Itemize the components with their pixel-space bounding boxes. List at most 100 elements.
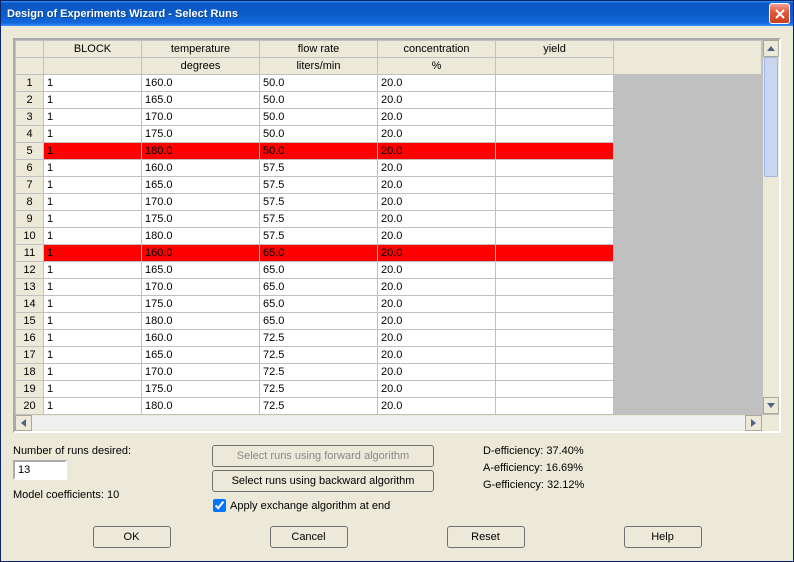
cell-block[interactable]: 1 — [44, 75, 142, 92]
cell-flowrate[interactable]: 50.0 — [260, 109, 378, 126]
cell-block[interactable]: 1 — [44, 364, 142, 381]
col-header-block[interactable]: BLOCK — [44, 41, 142, 58]
cell-flowrate[interactable]: 65.0 — [260, 279, 378, 296]
close-button[interactable] — [769, 3, 790, 24]
cell-concentration[interactable]: 20.0 — [378, 381, 496, 398]
row-number[interactable]: 20 — [16, 398, 44, 415]
titlebar[interactable]: Design of Experiments Wizard - Select Ru… — [1, 1, 793, 26]
cell-concentration[interactable]: 20.0 — [378, 126, 496, 143]
cell-yield[interactable] — [496, 177, 614, 194]
cell-yield[interactable] — [496, 245, 614, 262]
col-header-temperature[interactable]: temperature — [142, 41, 260, 58]
ok-button[interactable]: OK — [93, 526, 171, 548]
scroll-right-button[interactable] — [745, 415, 762, 431]
help-button[interactable]: Help — [624, 526, 702, 548]
cell-concentration[interactable]: 20.0 — [378, 109, 496, 126]
scroll-up-button[interactable] — [763, 40, 779, 57]
cell-yield[interactable] — [496, 262, 614, 279]
cell-temperature[interactable]: 180.0 — [142, 143, 260, 160]
cell-temperature[interactable]: 170.0 — [142, 279, 260, 296]
cell-concentration[interactable]: 20.0 — [378, 313, 496, 330]
row-number[interactable]: 8 — [16, 194, 44, 211]
row-number[interactable]: 14 — [16, 296, 44, 313]
cell-yield[interactable] — [496, 296, 614, 313]
cell-temperature[interactable]: 180.0 — [142, 228, 260, 245]
row-number[interactable]: 4 — [16, 126, 44, 143]
cell-yield[interactable] — [496, 160, 614, 177]
cell-flowrate[interactable]: 50.0 — [260, 75, 378, 92]
exchange-algorithm-label[interactable]: Apply exchange algorithm at end — [230, 500, 390, 512]
cell-temperature[interactable]: 175.0 — [142, 126, 260, 143]
cell-block[interactable]: 1 — [44, 313, 142, 330]
cell-flowrate[interactable]: 65.0 — [260, 296, 378, 313]
cell-block[interactable]: 1 — [44, 296, 142, 313]
cell-flowrate[interactable]: 72.5 — [260, 398, 378, 415]
cell-temperature[interactable]: 175.0 — [142, 211, 260, 228]
cell-concentration[interactable]: 20.0 — [378, 296, 496, 313]
row-number[interactable]: 9 — [16, 211, 44, 228]
cell-flowrate[interactable]: 65.0 — [260, 262, 378, 279]
cell-flowrate[interactable]: 72.5 — [260, 347, 378, 364]
cell-yield[interactable] — [496, 398, 614, 415]
runs-desired-input[interactable] — [13, 460, 67, 480]
cell-block[interactable]: 1 — [44, 381, 142, 398]
cell-yield[interactable] — [496, 92, 614, 109]
row-number[interactable]: 17 — [16, 347, 44, 364]
cell-flowrate[interactable]: 57.5 — [260, 194, 378, 211]
row-number[interactable]: 1 — [16, 75, 44, 92]
cell-temperature[interactable]: 160.0 — [142, 160, 260, 177]
cell-temperature[interactable]: 160.0 — [142, 75, 260, 92]
cancel-button[interactable]: Cancel — [270, 526, 348, 548]
row-number[interactable]: 3 — [16, 109, 44, 126]
cell-block[interactable]: 1 — [44, 177, 142, 194]
cell-flowrate[interactable]: 72.5 — [260, 330, 378, 347]
cell-temperature[interactable]: 160.0 — [142, 330, 260, 347]
cell-flowrate[interactable]: 65.0 — [260, 245, 378, 262]
cell-temperature[interactable]: 175.0 — [142, 296, 260, 313]
reset-button[interactable]: Reset — [447, 526, 525, 548]
cell-flowrate[interactable]: 57.5 — [260, 160, 378, 177]
horizontal-scrollbar[interactable] — [15, 414, 779, 431]
cell-concentration[interactable]: 20.0 — [378, 228, 496, 245]
cell-block[interactable]: 1 — [44, 194, 142, 211]
cell-flowrate[interactable]: 50.0 — [260, 143, 378, 160]
cell-block[interactable]: 1 — [44, 92, 142, 109]
cell-concentration[interactable]: 20.0 — [378, 245, 496, 262]
row-number[interactable]: 2 — [16, 92, 44, 109]
cell-temperature[interactable]: 180.0 — [142, 313, 260, 330]
cell-concentration[interactable]: 20.0 — [378, 262, 496, 279]
cell-block[interactable]: 1 — [44, 330, 142, 347]
cell-concentration[interactable]: 20.0 — [378, 347, 496, 364]
cell-concentration[interactable]: 20.0 — [378, 160, 496, 177]
col-header-concentration[interactable]: concentration — [378, 41, 496, 58]
cell-yield[interactable] — [496, 126, 614, 143]
cell-flowrate[interactable]: 57.5 — [260, 177, 378, 194]
cell-temperature[interactable]: 165.0 — [142, 262, 260, 279]
cell-flowrate[interactable]: 65.0 — [260, 313, 378, 330]
cell-flowrate[interactable]: 72.5 — [260, 364, 378, 381]
row-number[interactable]: 15 — [16, 313, 44, 330]
cell-temperature[interactable]: 160.0 — [142, 245, 260, 262]
cell-concentration[interactable]: 20.0 — [378, 194, 496, 211]
cell-concentration[interactable]: 20.0 — [378, 75, 496, 92]
row-number[interactable]: 18 — [16, 364, 44, 381]
vertical-scrollbar[interactable] — [762, 40, 779, 414]
cell-yield[interactable] — [496, 313, 614, 330]
row-number[interactable]: 11 — [16, 245, 44, 262]
exchange-algorithm-checkbox[interactable] — [213, 499, 226, 512]
cell-yield[interactable] — [496, 228, 614, 245]
cell-flowrate[interactable]: 57.5 — [260, 228, 378, 245]
row-number[interactable]: 7 — [16, 177, 44, 194]
cell-flowrate[interactable]: 72.5 — [260, 381, 378, 398]
scroll-thumb[interactable] — [764, 57, 778, 177]
col-header-yield[interactable]: yield — [496, 41, 614, 58]
cell-block[interactable]: 1 — [44, 160, 142, 177]
cell-block[interactable]: 1 — [44, 262, 142, 279]
row-number[interactable]: 16 — [16, 330, 44, 347]
cell-flowrate[interactable]: 50.0 — [260, 126, 378, 143]
cell-block[interactable]: 1 — [44, 228, 142, 245]
cell-concentration[interactable]: 20.0 — [378, 143, 496, 160]
cell-yield[interactable] — [496, 194, 614, 211]
cell-block[interactable]: 1 — [44, 245, 142, 262]
cell-block[interactable]: 1 — [44, 126, 142, 143]
